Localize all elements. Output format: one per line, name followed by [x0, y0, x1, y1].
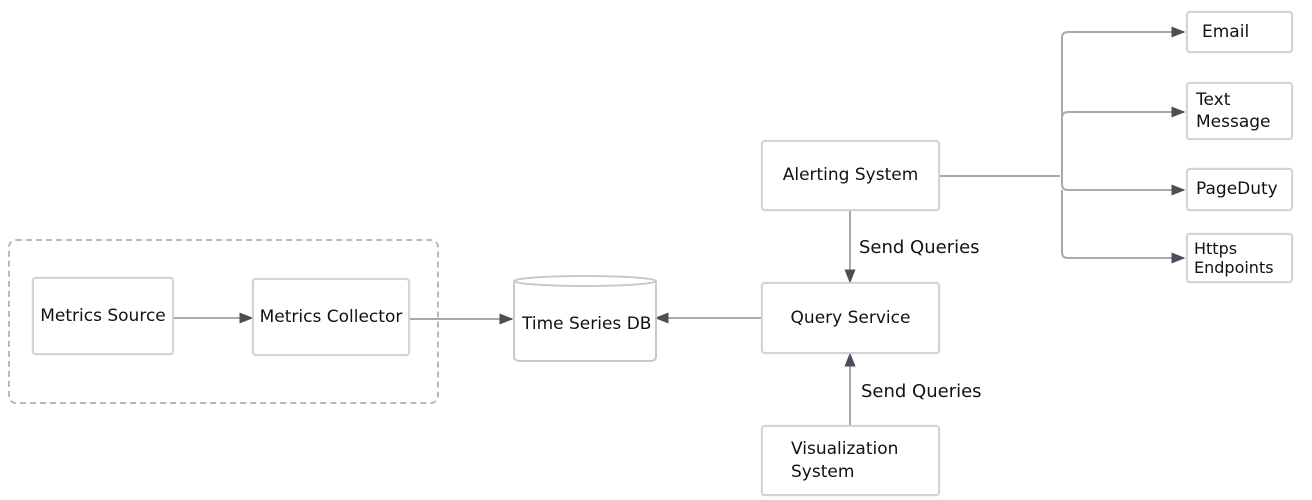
visualization-system-node[interactable]: Visualization System — [761, 425, 940, 496]
time-series-db-label: Time Series DB — [522, 314, 652, 334]
https-endpoints-node[interactable]: Https Endpoints — [1186, 233, 1293, 283]
visualization-system-label: Visualization System — [791, 439, 899, 482]
query-service-label: Query Service — [790, 307, 911, 328]
edge-label-visualization-send-queries: Send Queries — [861, 381, 982, 402]
pageduty-node[interactable]: PageDuty — [1186, 168, 1293, 211]
edge-alerting-to-text-message — [1061, 106, 1186, 119]
text-message-label: Text Message — [1196, 89, 1271, 132]
alerting-system-node[interactable]: Alerting System — [761, 140, 940, 211]
https-endpoints-label: Https Endpoints — [1194, 238, 1274, 277]
edge-label-alerting-send-queries: Send Queries — [859, 237, 980, 258]
text-message-node[interactable]: Text Message — [1186, 82, 1293, 140]
email-label: Email — [1202, 21, 1250, 42]
edge-alerting-to-email — [1061, 26, 1186, 176]
metrics-collector-node[interactable]: Metrics Collector — [252, 278, 410, 356]
pageduty-label: PageDuty — [1196, 179, 1278, 200]
metrics-source-node[interactable]: Metrics Source — [32, 277, 174, 355]
alerting-system-label: Alerting System — [782, 165, 919, 186]
email-node[interactable]: Email — [1186, 11, 1293, 53]
query-service-node[interactable]: Query Service — [761, 282, 940, 354]
edge-alerting-to-pageduty — [1061, 176, 1186, 196]
metrics-collector-label: Metrics Collector — [259, 306, 403, 327]
edge-alerting-to-https — [1061, 190, 1186, 264]
metrics-source-label: Metrics Source — [40, 305, 166, 326]
